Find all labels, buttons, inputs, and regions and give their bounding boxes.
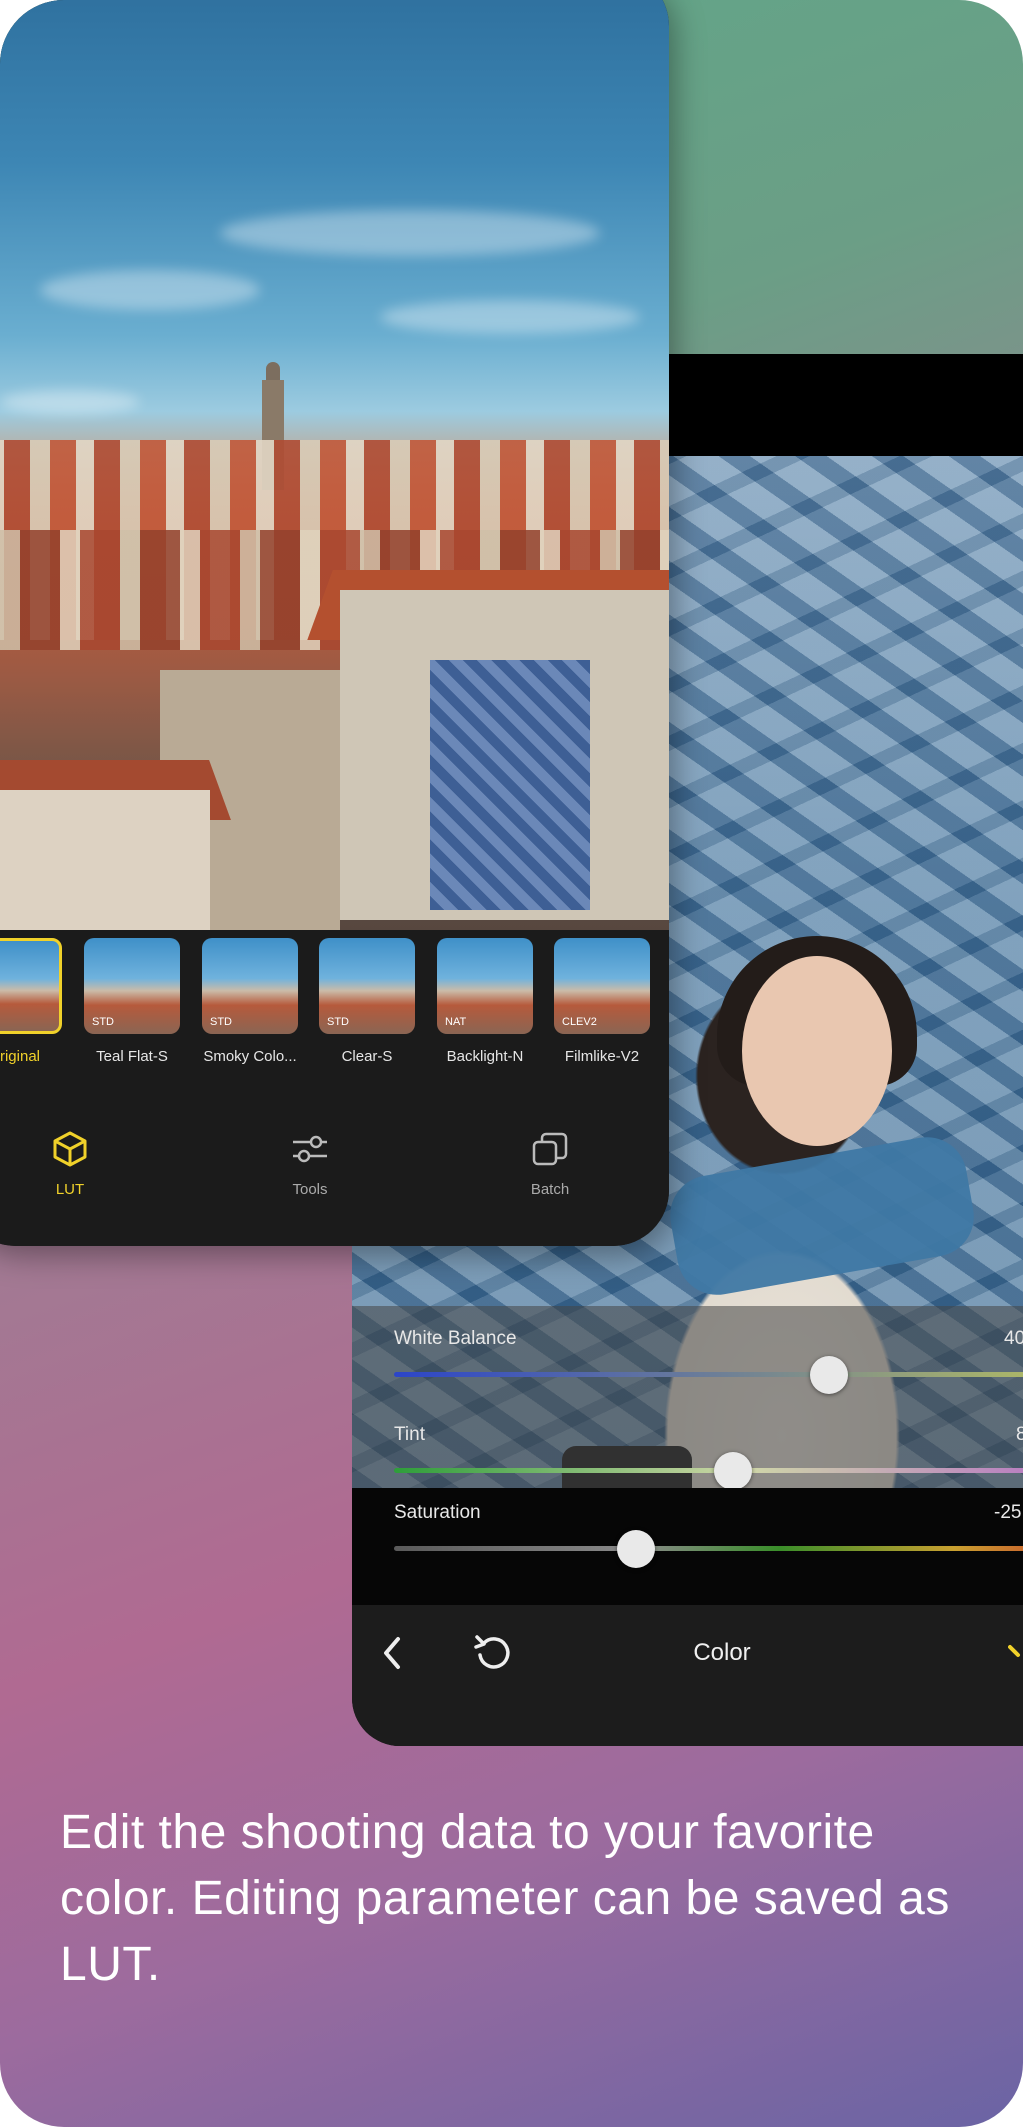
tint-label: Tint bbox=[394, 1424, 425, 1445]
lut-phone: STD STD STD NAT CLEV2 riginal Teal Flat-… bbox=[0, 0, 669, 1246]
lut-badge: STD bbox=[92, 1016, 114, 1028]
lut-thumb-teal-flat[interactable]: STD bbox=[84, 938, 180, 1034]
white-balance-label: White Balance bbox=[394, 1328, 517, 1349]
cube-icon bbox=[51, 1131, 89, 1172]
lut-badge: STD bbox=[327, 1016, 349, 1028]
promo-caption: Edit the shooting data to your favorite … bbox=[60, 1806, 950, 1991]
tab-batch-label: Batch bbox=[530, 1181, 570, 1198]
tint-track[interactable] bbox=[394, 1468, 1023, 1473]
city-photo bbox=[0, 0, 669, 930]
lut-badge: NAT bbox=[445, 1016, 467, 1028]
face-shape bbox=[742, 956, 892, 1146]
lut-thumb-filmlike[interactable]: CLEV2 bbox=[554, 938, 650, 1034]
undo-icon[interactable] bbox=[472, 1629, 514, 1678]
lut-label-clear: Clear-S bbox=[341, 1048, 393, 1065]
tab-tools[interactable]: Tools bbox=[250, 1130, 370, 1198]
tint-knob[interactable] bbox=[714, 1452, 752, 1490]
white-balance-track[interactable] bbox=[394, 1372, 1023, 1377]
lut-badge: STD bbox=[210, 1016, 232, 1028]
adjust-panel: White Balance 40 Tint 8 bbox=[352, 1306, 1023, 1490]
tab-batch[interactable]: Batch bbox=[490, 1130, 610, 1198]
confirm-check-icon[interactable] bbox=[1008, 1635, 1023, 1670]
lut-thumb-smoky-color[interactable]: STD bbox=[202, 938, 298, 1034]
back-chevron-icon[interactable] bbox=[378, 1631, 408, 1680]
lut-label-original: riginal bbox=[0, 1048, 41, 1065]
lut-badge: CLEV2 bbox=[562, 1016, 597, 1028]
tab-lut-label: LUT bbox=[55, 1181, 85, 1198]
sliders-icon bbox=[290, 1135, 330, 1172]
saturation-panel: Saturation -25 bbox=[352, 1488, 1023, 1605]
saturation-track[interactable] bbox=[394, 1546, 1023, 1551]
white-balance-value: 40 bbox=[1004, 1328, 1023, 1349]
lut-thumb-clear[interactable]: STD bbox=[319, 938, 415, 1034]
editor-title: Color bbox=[693, 1639, 751, 1666]
lut-thumb-original[interactable] bbox=[0, 938, 62, 1034]
tab-tools-label: Tools bbox=[292, 1181, 328, 1198]
saturation-label: Saturation bbox=[394, 1502, 481, 1523]
promo-frame: White Balance 40 Tint 8 Saturation -25 C… bbox=[0, 0, 1023, 2127]
tab-bar: LUT Tools Batch bbox=[0, 1110, 669, 1246]
layers-icon bbox=[530, 1132, 570, 1172]
lut-label-smoky-color: Smoky Colo... bbox=[203, 1048, 297, 1065]
lut-label-backlight: Backlight-N bbox=[446, 1048, 524, 1065]
editor-bottom-bar: Color bbox=[352, 1605, 1023, 1746]
lut-label-filmlike: Filmlike-V2 bbox=[564, 1048, 640, 1065]
white-balance-knob[interactable] bbox=[810, 1356, 848, 1394]
tint-value: 8 bbox=[1016, 1424, 1023, 1445]
tab-lut[interactable]: LUT bbox=[10, 1130, 130, 1198]
saturation-knob[interactable] bbox=[617, 1530, 655, 1568]
lut-thumb-backlight[interactable]: NAT bbox=[437, 938, 533, 1034]
scarf-shape bbox=[663, 1130, 981, 1302]
lut-label-teal-flat: Teal Flat-S bbox=[96, 1048, 168, 1065]
saturation-value: -25 bbox=[994, 1502, 1022, 1523]
